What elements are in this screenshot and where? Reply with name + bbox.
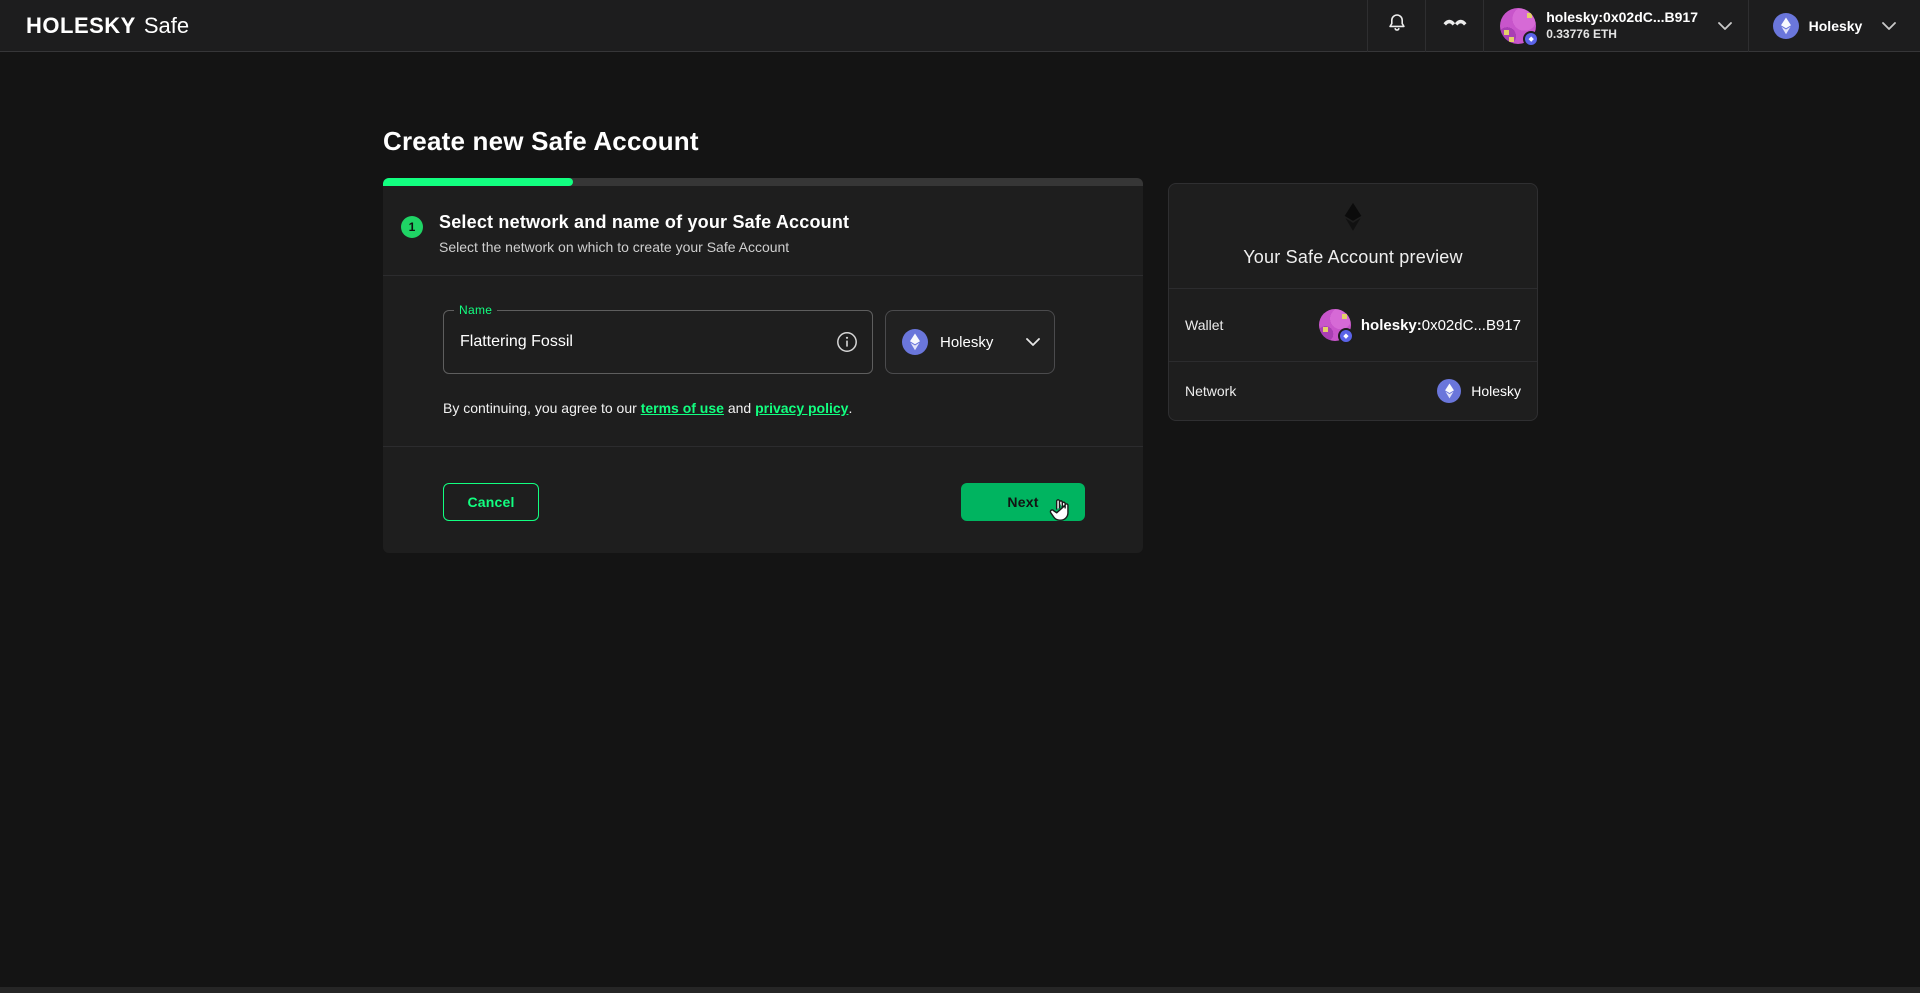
privacy-policy-link[interactable]: privacy policy bbox=[755, 400, 848, 416]
wallet-provider-badge-icon: ◆ bbox=[1338, 328, 1354, 344]
preview-wallet-address: holesky:0x02dC...B917 bbox=[1361, 317, 1521, 334]
window-edge bbox=[0, 987, 1920, 993]
selected-network-label: Holesky bbox=[1809, 18, 1863, 34]
chevron-down-icon bbox=[1026, 338, 1040, 346]
app-header: HOLESKY Safe ◆ bbox=[0, 0, 1920, 52]
form-network-value: Holesky bbox=[940, 334, 993, 351]
cancel-button[interactable]: Cancel bbox=[443, 483, 539, 521]
terms-of-use-link[interactable]: terms of use bbox=[641, 400, 724, 416]
connected-wallet-menu[interactable]: ◆ holesky:0x02dC...B917 0.33776 ETH bbox=[1483, 0, 1748, 52]
step-number-badge: 1 bbox=[401, 216, 423, 238]
ethereum-icon bbox=[1437, 379, 1461, 403]
app-logo[interactable]: HOLESKY Safe bbox=[0, 13, 189, 39]
terms-prefix: By continuing, you agree to our bbox=[443, 400, 641, 416]
walletconnect-icon bbox=[1441, 14, 1469, 37]
wallet-address-short: 0x02dC...B917 bbox=[1422, 317, 1521, 334]
preview-network-row: Network Holesky bbox=[1169, 362, 1537, 420]
safe-name-input[interactable] bbox=[460, 333, 836, 351]
preview-title: Your Safe Account preview bbox=[1185, 247, 1521, 268]
safe-account-preview-card: Your Safe Account preview Wallet ◆ holes… bbox=[1168, 183, 1538, 421]
next-button[interactable]: Next bbox=[961, 483, 1085, 521]
step-header: 1 Select network and name of your Safe A… bbox=[383, 186, 1143, 275]
bell-icon bbox=[1385, 11, 1409, 40]
walletconnect-button[interactable] bbox=[1425, 0, 1483, 52]
wallet-address-prefix: holesky: bbox=[1361, 317, 1422, 334]
wallet-provider-badge-icon: ◆ bbox=[1523, 31, 1539, 47]
step-actions: Cancel Next bbox=[383, 447, 1143, 553]
chevron-down-icon bbox=[1882, 22, 1896, 30]
logo-network-name: HOLESKY bbox=[26, 13, 136, 39]
progress-fill bbox=[383, 178, 573, 186]
terms-text: By continuing, you agree to our terms of… bbox=[443, 400, 1055, 416]
ethereum-icon bbox=[1773, 13, 1799, 39]
chevron-down-icon bbox=[1718, 22, 1732, 30]
preview-wallet-row: Wallet ◆ holesky:0x02dC...B917 bbox=[1169, 289, 1537, 361]
header-actions: ◆ holesky:0x02dC...B917 0.33776 ETH Hole… bbox=[1367, 0, 1920, 52]
network-selector[interactable]: Holesky bbox=[1748, 0, 1920, 52]
wallet-avatar: ◆ bbox=[1500, 8, 1536, 44]
safe-name-field[interactable]: Name bbox=[443, 310, 873, 374]
terms-suffix: . bbox=[848, 400, 852, 416]
step-title: Select network and name of your Safe Acc… bbox=[439, 212, 849, 233]
step-subtitle: Select the network on which to create yo… bbox=[439, 239, 849, 255]
network-row-label: Network bbox=[1185, 383, 1236, 399]
name-field-label: Name bbox=[454, 303, 497, 317]
info-icon[interactable] bbox=[836, 331, 858, 353]
wallet-address: holesky:0x02dC...B917 bbox=[1546, 9, 1698, 27]
logo-app-name: Safe bbox=[144, 13, 189, 39]
wallet-balance: 0.33776 ETH bbox=[1546, 27, 1698, 42]
name-network-form: Name Holesky bbox=[383, 276, 1143, 446]
wallet-avatar: ◆ bbox=[1319, 309, 1351, 341]
ethereum-dark-icon bbox=[1343, 202, 1363, 237]
terms-and: and bbox=[724, 400, 755, 416]
page-title: Create new Safe Account bbox=[383, 126, 699, 157]
wallet-row-label: Wallet bbox=[1185, 317, 1223, 333]
ethereum-icon bbox=[902, 329, 928, 355]
create-safe-step-card: 1 Select network and name of your Safe A… bbox=[383, 178, 1143, 553]
notifications-button[interactable] bbox=[1367, 0, 1425, 52]
preview-network-value: Holesky bbox=[1471, 383, 1521, 399]
network-select[interactable]: Holesky bbox=[885, 310, 1055, 374]
progress-bar bbox=[383, 178, 1143, 186]
